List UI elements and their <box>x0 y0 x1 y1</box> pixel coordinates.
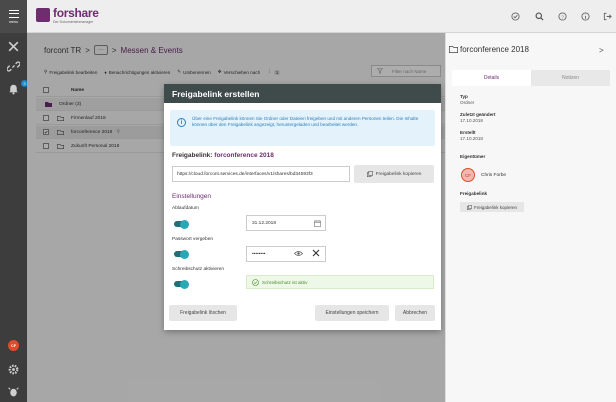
panel-copy-link-label: Freigabelink kopieren <box>473 204 518 210</box>
expiry-toggle[interactable] <box>174 219 189 229</box>
type-value: Ordner <box>460 100 475 105</box>
share-link-label: Freigabelink <box>460 191 488 196</box>
bug-icon[interactable] <box>7 385 20 398</box>
owner-avatar: CF <box>461 168 475 182</box>
link-heading: Freigabelink: forconference 2018 <box>172 152 274 159</box>
copy-link-label: Freigabelink kopieren <box>375 171 422 177</box>
eye-icon[interactable] <box>294 250 303 257</box>
copy-icon <box>466 204 472 210</box>
menu-label: menu <box>9 19 18 24</box>
password-value: •••••••• <box>252 251 266 257</box>
bell-icon[interactable] <box>7 82 20 95</box>
copy-link-button[interactable]: Freigabelink kopieren <box>354 165 434 183</box>
folder-icon <box>449 46 458 53</box>
menu-button[interactable]: menu <box>0 0 27 33</box>
link-heading-label: Freigabelink: <box>172 152 213 159</box>
type-label: Typ <box>460 94 468 99</box>
copy-icon <box>366 171 373 177</box>
tab-details[interactable]: Details <box>452 70 531 86</box>
details-title: forconference 2018 <box>460 45 529 54</box>
expiry-label: Ablaufdatum <box>172 206 199 211</box>
clear-icon[interactable] <box>312 249 320 257</box>
avatar[interactable]: CF <box>8 340 19 351</box>
expiry-date-field[interactable]: 31.12.2018 <box>246 215 326 231</box>
info-icon[interactable] <box>581 12 590 21</box>
link-url-field[interactable]: https://cloud.forcont.services.de/interf… <box>172 166 350 182</box>
delete-link-button[interactable]: Freigabelink löschen <box>169 305 237 321</box>
panel-copy-link-button[interactable]: Freigabelink kopieren <box>460 202 524 212</box>
password-toggle[interactable] <box>174 249 189 259</box>
share-link-dialog: Freigabelink erstellen i Über eine Freig… <box>164 84 441 330</box>
created-label: Erstellt <box>460 130 476 135</box>
help-icon[interactable]: ? <box>558 12 567 21</box>
created-value: 17.10.2018 <box>460 136 483 141</box>
link-heading-name: forconference 2018 <box>214 152 274 159</box>
svg-text:?: ? <box>561 14 564 19</box>
search-icon[interactable] <box>535 12 544 21</box>
info-text: Über eine Freigabelink können Sie Ordner… <box>192 116 419 127</box>
logo-name: forshare <box>53 6 99 20</box>
write-protect-status: Schreibschutz ist aktiv <box>246 275 434 289</box>
logout-icon[interactable] <box>603 12 612 21</box>
hamburger-icon <box>8 9 19 18</box>
owner-name: Chris Forbe <box>481 173 507 178</box>
tools-icon[interactable] <box>7 40 20 53</box>
activity-icon[interactable] <box>511 12 520 21</box>
info-icon: i <box>177 118 186 127</box>
write-protect-toggle[interactable] <box>174 279 189 289</box>
settings-heading: Einstellungen <box>172 193 212 200</box>
owner-label: Eigentümer <box>460 154 486 159</box>
modified-label: Zuletzt geändert <box>460 112 496 117</box>
logo-subtitle: Der Dokumentenmanager <box>53 20 94 24</box>
chevron-right-icon[interactable]: > <box>599 46 604 55</box>
dialog-title: Freigabelink erstellen <box>164 84 441 103</box>
details-tabs: Details Notizen <box>452 70 610 86</box>
expiry-date-value: 31.12.2018 <box>252 220 277 226</box>
calendar-icon[interactable] <box>314 220 321 227</box>
cancel-button[interactable]: Abbrechen <box>395 305 435 321</box>
save-settings-button[interactable]: Einstellungen speichern <box>315 305 389 321</box>
info-box: i Über eine Freigabelink können Sie Ordn… <box>170 110 435 146</box>
check-circle-icon <box>252 278 259 286</box>
write-protect-note: Schreibschutz ist aktiv <box>262 279 308 285</box>
link-icon[interactable] <box>7 60 20 73</box>
tab-notes[interactable]: Notizen <box>531 70 610 86</box>
gear-icon[interactable] <box>7 363 20 376</box>
password-label: Passwort vergeben <box>172 237 214 242</box>
details-panel <box>445 33 616 402</box>
logo-icon <box>36 8 50 22</box>
modified-value: 17.10.2018 <box>460 118 483 123</box>
write-protect-label: Schreibschutz aktivieren <box>172 267 224 272</box>
